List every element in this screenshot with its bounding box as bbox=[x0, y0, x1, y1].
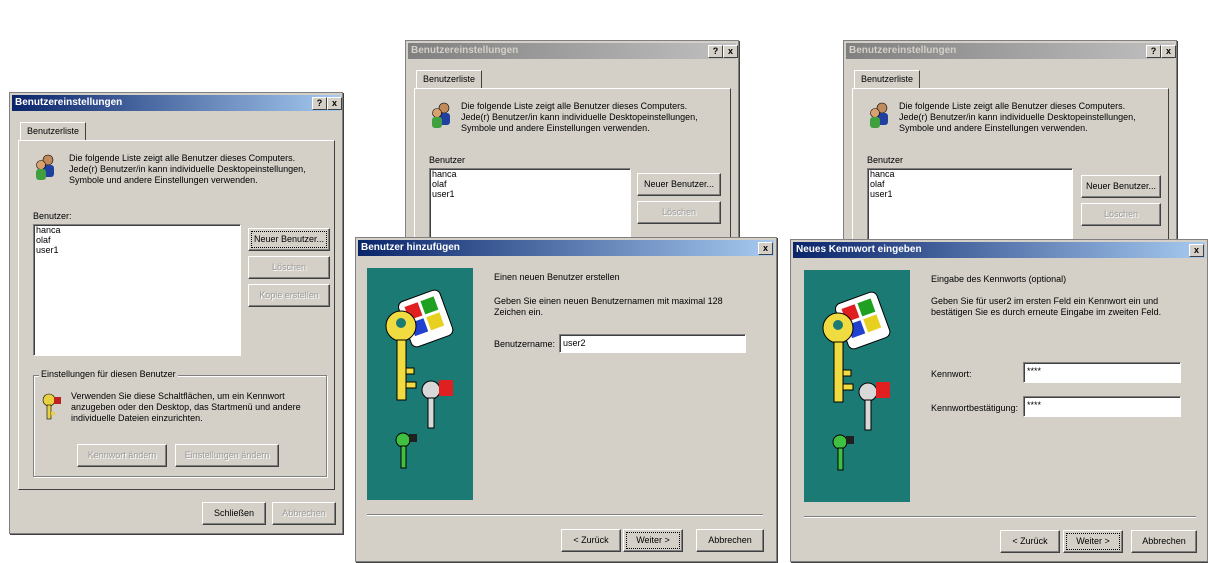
next-button[interactable]: Weiter > bbox=[623, 529, 683, 552]
wizard-heading: Eingabe des Kennworts (optional) bbox=[931, 274, 1067, 284]
password-input[interactable]: **** bbox=[1023, 362, 1181, 383]
wizard-title-bar[interactable]: Benutzer hinzufügen bbox=[358, 240, 774, 256]
help-button[interactable]: ? bbox=[708, 45, 723, 58]
dialog-title-bar[interactable]: Benutzereinstellungen bbox=[408, 43, 736, 59]
keys-windows-icon bbox=[385, 289, 454, 469]
key-icon bbox=[42, 393, 61, 420]
user-settings-dialog-background: Benutzereinstellungen ? x Benutzerliste … bbox=[405, 40, 739, 270]
users-label: Benutzer: bbox=[33, 211, 72, 221]
list-item[interactable]: olaf bbox=[34, 235, 240, 245]
user-settings-dialog: Benutzereinstellungen ? x Benutzerliste … bbox=[9, 92, 343, 534]
wizard-description: Geben Sie für user2 im ersten Feld ein K… bbox=[931, 296, 1162, 317]
wizard-image-panel bbox=[367, 268, 473, 500]
close-button[interactable]: x bbox=[758, 242, 773, 255]
dialog-title: Benutzereinstellungen bbox=[15, 97, 123, 108]
tab-panel: Die folgende Liste zeigt alle Benutzer d… bbox=[18, 140, 335, 490]
dialog-title-bar[interactable]: Benutzereinstellungen bbox=[846, 43, 1174, 59]
delete-button[interactable]: Löschen bbox=[637, 201, 721, 224]
tab-user-list[interactable]: Benutzerliste bbox=[854, 70, 921, 89]
add-user-wizard: Benutzer hinzufügen x Einen neuen Benutz… bbox=[355, 237, 777, 562]
close-button[interactable]: x bbox=[1161, 45, 1176, 58]
wizard-image-panel bbox=[804, 270, 910, 502]
wizard-title: Neues Kennwort eingeben bbox=[796, 244, 922, 255]
new-user-button[interactable]: Neuer Benutzer... bbox=[1081, 175, 1161, 198]
close-button[interactable]: x bbox=[1189, 244, 1204, 257]
users-label: Benutzer bbox=[867, 155, 904, 165]
new-user-button[interactable]: Neuer Benutzer... bbox=[248, 228, 330, 251]
tab-user-list[interactable]: Benutzerliste bbox=[416, 70, 483, 89]
list-item[interactable]: hanca bbox=[868, 169, 1072, 179]
list-item[interactable]: user1 bbox=[34, 245, 240, 255]
group-label: Einstellungen für diesen Benutzer bbox=[39, 369, 178, 379]
wizard-title: Benutzer hinzufügen bbox=[361, 242, 460, 253]
users-icon bbox=[432, 102, 450, 128]
password-label: Kennwort: bbox=[931, 369, 972, 379]
list-item[interactable]: user1 bbox=[430, 189, 630, 199]
user-list[interactable]: hanca olaf user1 bbox=[33, 224, 241, 356]
list-item[interactable]: olaf bbox=[868, 179, 1072, 189]
username-label: Benutzername: bbox=[494, 339, 556, 349]
cancel-button[interactable]: Abbrechen bbox=[696, 529, 764, 552]
wizard-separator bbox=[367, 514, 763, 516]
dialog-title: Benutzereinstellungen bbox=[411, 45, 519, 56]
close-button[interactable]: x bbox=[723, 45, 738, 58]
users-label: Benutzer bbox=[429, 155, 466, 165]
cancel-button[interactable]: Abbrechen bbox=[272, 502, 336, 525]
wizard-description: Geben Sie einen neuen Benutzernamen mit … bbox=[494, 296, 723, 317]
intro-text: Die folgende Liste zeigt alle Benutzer d… bbox=[899, 101, 1136, 133]
wizard-separator bbox=[804, 516, 1196, 518]
help-button[interactable]: ? bbox=[1146, 45, 1161, 58]
next-button[interactable]: Weiter > bbox=[1063, 530, 1123, 553]
list-item[interactable]: olaf bbox=[430, 179, 630, 189]
new-password-wizard: Neues Kennwort eingeben x Eingabe des Ke… bbox=[790, 239, 1208, 562]
back-button[interactable]: < Zurück bbox=[561, 529, 621, 552]
help-button[interactable]: ? bbox=[312, 97, 327, 110]
new-user-button[interactable]: Neuer Benutzer... bbox=[637, 173, 721, 196]
confirm-password-label: Kennwortbestätigung: bbox=[931, 403, 1019, 413]
list-item[interactable]: hanca bbox=[34, 225, 240, 235]
change-password-button[interactable]: Kennwort ändern bbox=[77, 444, 167, 467]
list-item[interactable]: hanca bbox=[430, 169, 630, 179]
cancel-button[interactable]: Abbrechen bbox=[1131, 530, 1197, 553]
dialog-title: Benutzereinstellungen bbox=[849, 45, 957, 56]
close-button[interactable]: x bbox=[327, 97, 342, 110]
tab-user-list[interactable]: Benutzerliste bbox=[20, 122, 87, 141]
username-input[interactable]: user2 bbox=[559, 334, 746, 353]
copy-button[interactable]: Kopie erstellen bbox=[248, 284, 330, 307]
delete-button[interactable]: Löschen bbox=[1081, 203, 1161, 226]
list-item[interactable]: user1 bbox=[868, 189, 1072, 199]
group-text: Verwenden Sie diese Schaltflächen, um ei… bbox=[71, 391, 301, 423]
wizard-title-bar[interactable]: Neues Kennwort eingeben bbox=[793, 242, 1205, 258]
delete-button[interactable]: Löschen bbox=[248, 256, 330, 279]
wizard-heading: Einen neuen Benutzer erstellen bbox=[494, 272, 620, 282]
tab-panel: Die folgende Liste zeigt alle Benutzer d… bbox=[852, 88, 1169, 270]
tab-panel: Die folgende Liste zeigt alle Benutzer d… bbox=[414, 88, 731, 270]
users-icon bbox=[870, 102, 888, 128]
close-dialog-button[interactable]: Schließen bbox=[202, 502, 266, 525]
confirm-password-input[interactable]: **** bbox=[1023, 396, 1181, 417]
back-button[interactable]: < Zurück bbox=[1000, 530, 1060, 553]
keys-windows-icon bbox=[822, 291, 891, 471]
dialog-title-bar[interactable]: Benutzereinstellungen bbox=[12, 95, 340, 111]
intro-text: Die folgende Liste zeigt alle Benutzer d… bbox=[461, 101, 698, 133]
users-icon bbox=[36, 154, 54, 180]
user-settings-dialog-background-2: Benutzereinstellungen ? x Benutzerliste … bbox=[843, 40, 1177, 270]
intro-text: Die folgende Liste zeigt alle Benutzer d… bbox=[69, 153, 306, 185]
change-settings-button[interactable]: Einstellungen ändern bbox=[175, 444, 279, 467]
